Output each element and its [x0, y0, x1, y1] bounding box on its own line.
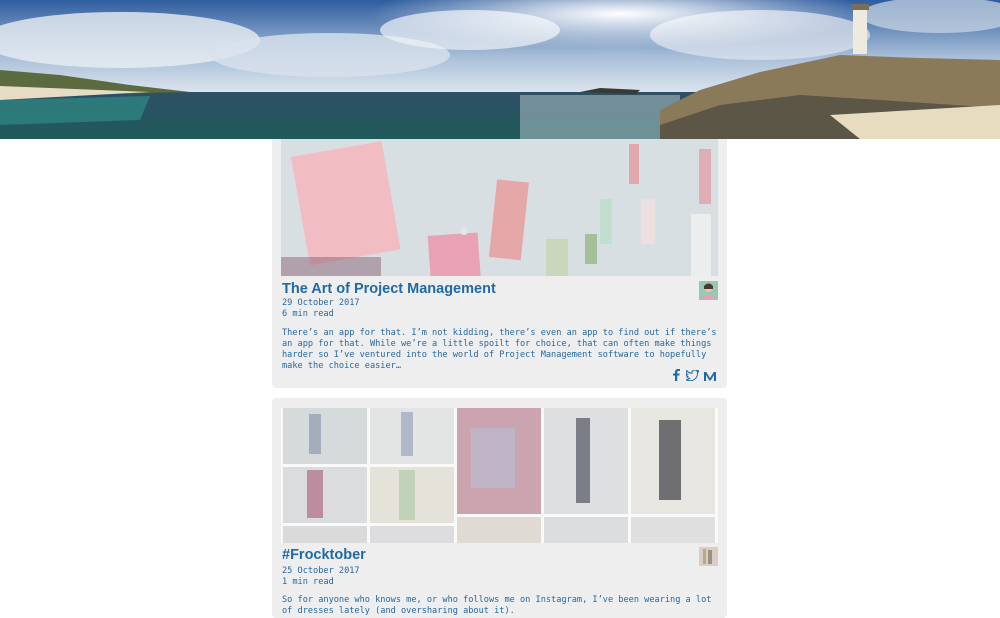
header-banner — [0, 0, 1000, 139]
facebook-icon[interactable] — [672, 368, 681, 386]
post-date: 25 October 2017 — [282, 566, 360, 576]
twitter-icon[interactable] — [685, 368, 700, 386]
post-excerpt: So for anyone who knows me, or who follo… — [282, 595, 712, 616]
read-time: 6 min read — [282, 309, 334, 319]
author-avatar[interactable] — [699, 281, 718, 300]
post-title-link[interactable]: #Frocktober — [282, 547, 366, 563]
post-card: The Art of Project Management 29 October… — [272, 139, 727, 388]
post-date: 29 October 2017 — [282, 298, 360, 308]
sticky-notes-photo — [281, 139, 718, 276]
read-time: 1 min read — [282, 577, 334, 587]
coastal-lighthouse-photo — [0, 0, 1000, 139]
post-feed: The Art of Project Management 29 October… — [272, 139, 727, 618]
post-card: #Frocktober 25 October 2017 1 min read S… — [272, 398, 727, 618]
post-cover-image[interactable] — [281, 408, 718, 543]
post-title-link[interactable]: The Art of Project Management — [282, 281, 496, 297]
share-links — [672, 368, 716, 386]
medium-icon[interactable] — [704, 368, 716, 386]
dress-collage-photo — [281, 408, 718, 543]
author-avatar[interactable] — [699, 547, 718, 566]
post-excerpt: There’s an app for that. I’m not kidding… — [282, 328, 717, 371]
post-cover-image[interactable] — [281, 139, 718, 276]
